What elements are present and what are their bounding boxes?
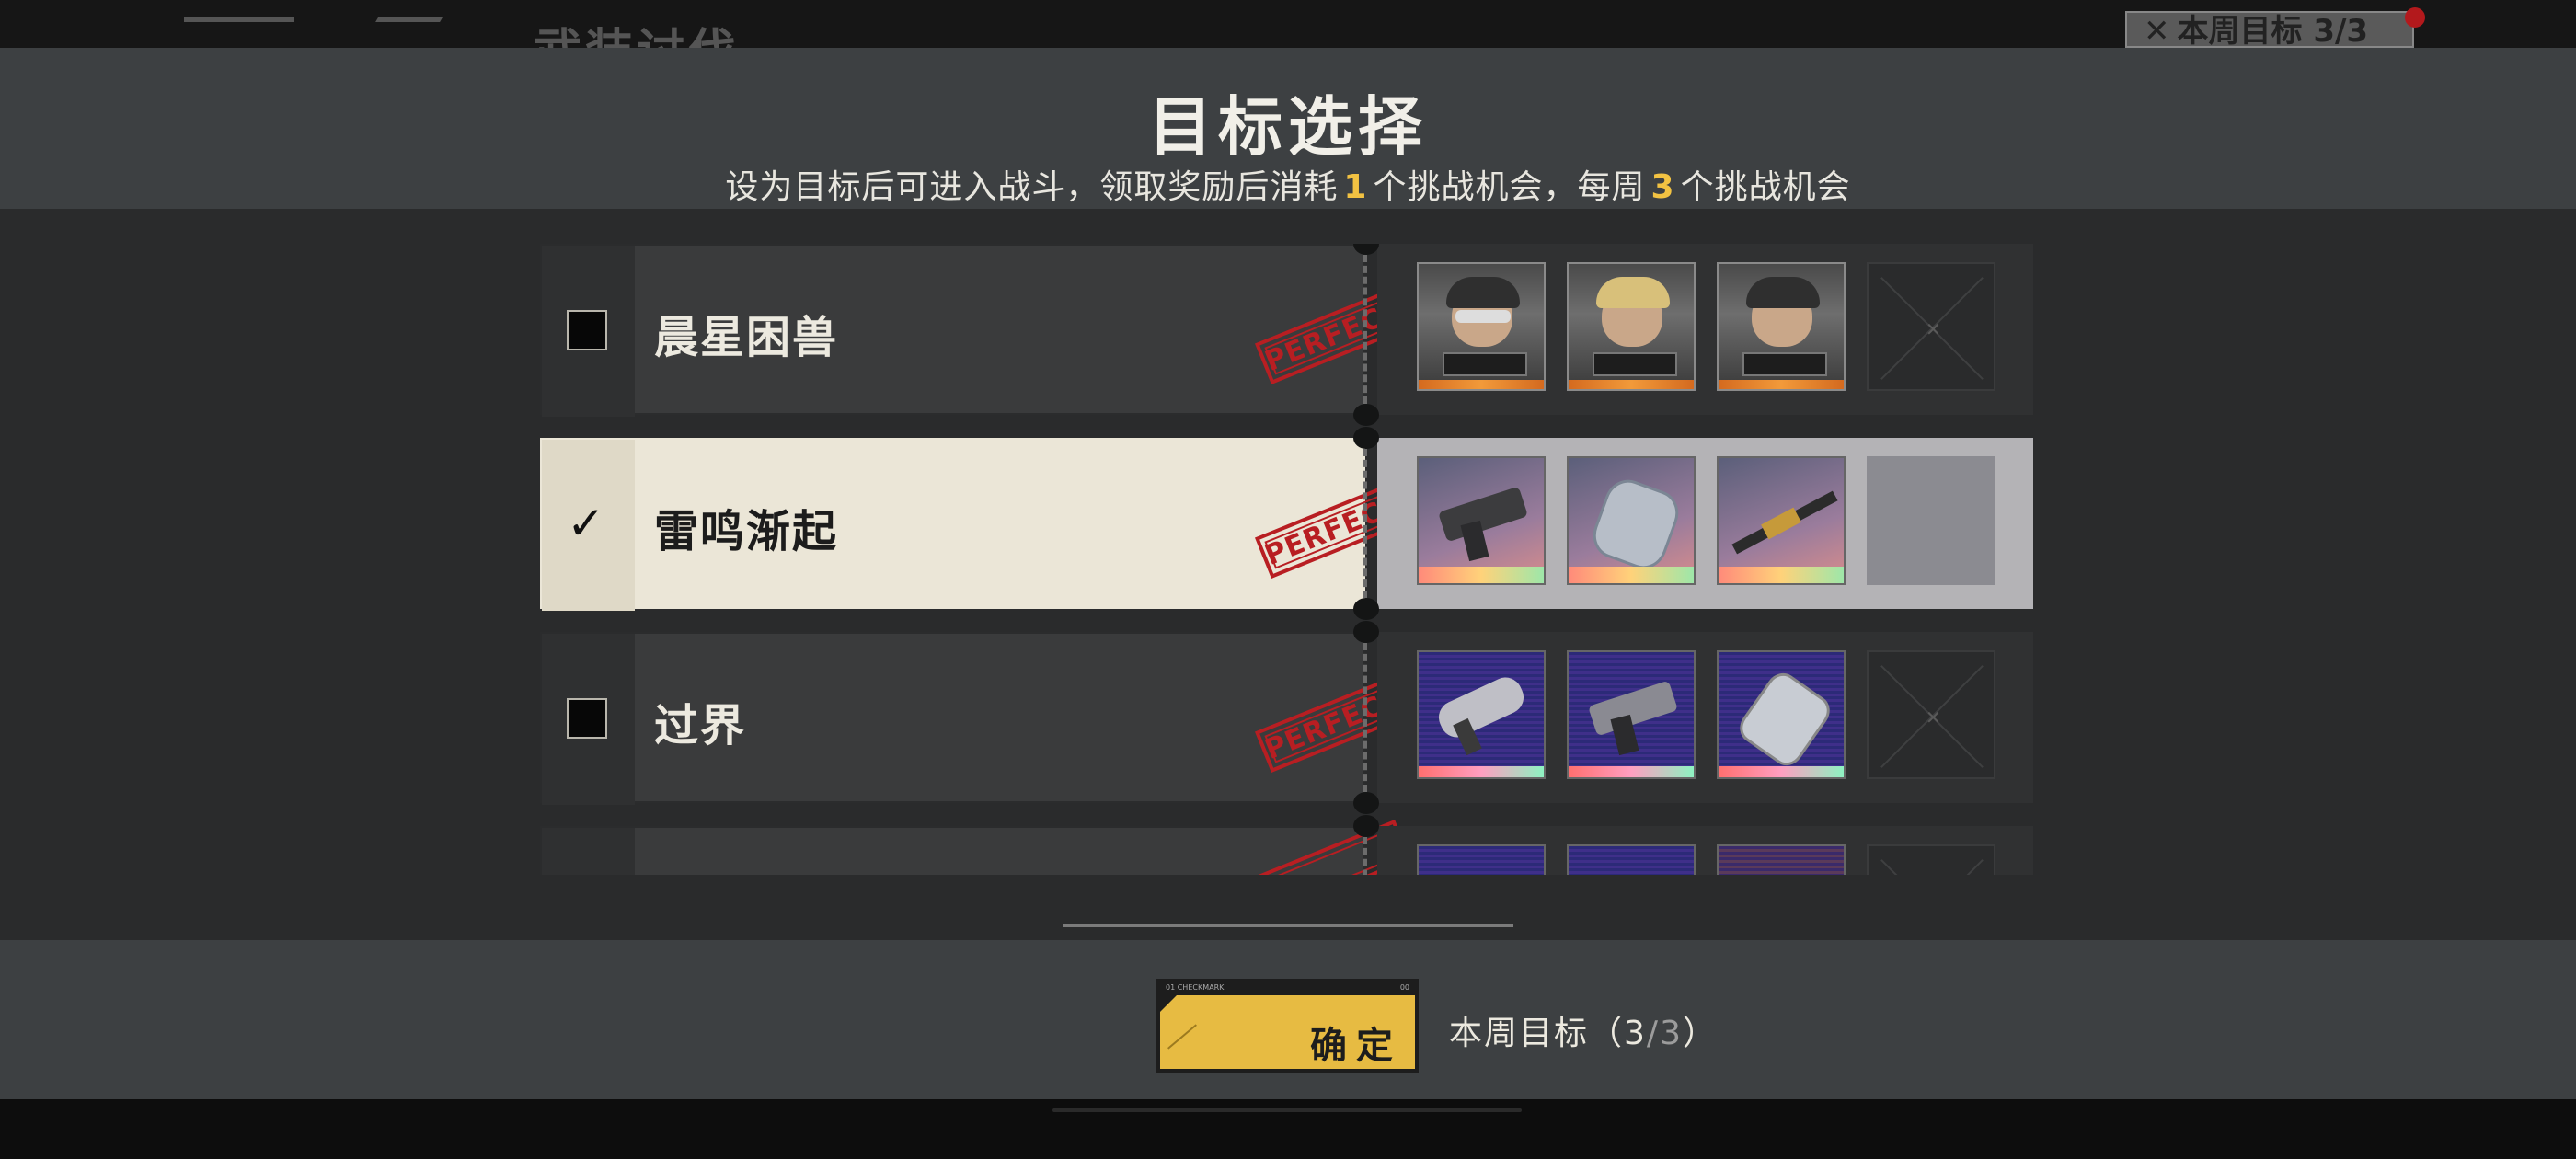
target-card[interactable]: 晨星困兽 PERFECT	[540, 244, 1412, 417]
empty-slot-icon	[1867, 456, 1995, 585]
cannon-weapon-icon[interactable]	[1567, 650, 1696, 779]
modal-header: 目标选择 设为目标后可进入战斗，领取奖励后消耗 1 个挑战机会，每周 3 个挑战机会	[0, 48, 2576, 209]
sniper-rifle-icon[interactable]	[1717, 456, 1846, 585]
weapon-icon[interactable]	[1417, 844, 1546, 875]
system-nav-bar	[0, 1099, 2576, 1159]
target-card[interactable]: 过界 PERFECT	[540, 632, 1412, 805]
check-icon: ✓	[567, 497, 605, 550]
confirm-button[interactable]: 01 CHECKMARK 00 确定	[1156, 979, 1419, 1073]
target-name: 雷鸣渐起	[654, 506, 839, 557]
target-card[interactable]: ✓ 雷鸣渐起 PERFECT	[540, 438, 1412, 611]
home-indicator[interactable]	[1052, 1108, 1522, 1112]
target-checkbox[interactable]	[567, 310, 607, 350]
highlight-number: 1	[1343, 168, 1368, 206]
target-list[interactable]: 晨星困兽 PERFECT ✕ ✓ 雷鸣渐起 PERFECT 过界 PERFECT…	[540, 244, 2033, 875]
empty-slot-icon: ✕	[1867, 262, 1995, 391]
crystal-module-icon[interactable]	[1717, 650, 1846, 779]
empty-slot-icon: ✕	[1867, 650, 1995, 779]
empty-slot-icon	[1867, 844, 1995, 875]
target-row[interactable]: 晨星困兽 PERFECT ✕	[540, 244, 2033, 426]
highlight-number: 3	[1650, 168, 1675, 206]
operator-portrait-icon[interactable]	[1717, 262, 1846, 391]
x-icon: ✕	[2144, 13, 2170, 48]
weapon-icon[interactable]	[1717, 844, 1846, 875]
target-name: 晨星困兽	[654, 312, 839, 363]
pistol-weapon-icon[interactable]	[1417, 456, 1546, 585]
weekly-target-counter: 本周目标（3/3）	[1449, 1015, 1718, 1052]
target-row[interactable]	[540, 815, 2033, 875]
target-checkbox[interactable]	[567, 698, 607, 739]
background-top-bar: 武装讨伐 ✕本周目标 3/3	[0, 0, 2576, 80]
operator-portrait-icon[interactable]	[1567, 262, 1696, 391]
target-row-selected[interactable]: ✓ 雷鸣渐起 PERFECT	[540, 427, 2033, 620]
target-card[interactable]	[540, 820, 1412, 875]
modal-title: 目标选择	[1148, 89, 1428, 165]
list-scrollbar[interactable]	[1063, 924, 1513, 927]
weekly-target-badge: ✕ 本周目标 3/3	[2125, 11, 2414, 48]
target-name: 过界	[654, 700, 747, 752]
operator-portrait-icon[interactable]	[1417, 262, 1546, 391]
target-row[interactable]: 过界 PERFECT ✕	[540, 621, 2033, 814]
weapon-icon[interactable]	[1567, 844, 1696, 875]
confirm-button-label: 确定	[1310, 1025, 1402, 1067]
modal-subtitle: 设为目标后可进入战斗，领取奖励后消耗 1 个挑战机会，每周 3 个挑战机会	[725, 168, 1851, 206]
shield-module-icon[interactable]	[1567, 456, 1696, 585]
drill-weapon-icon[interactable]	[1417, 650, 1546, 779]
notification-dot	[2405, 7, 2425, 28]
